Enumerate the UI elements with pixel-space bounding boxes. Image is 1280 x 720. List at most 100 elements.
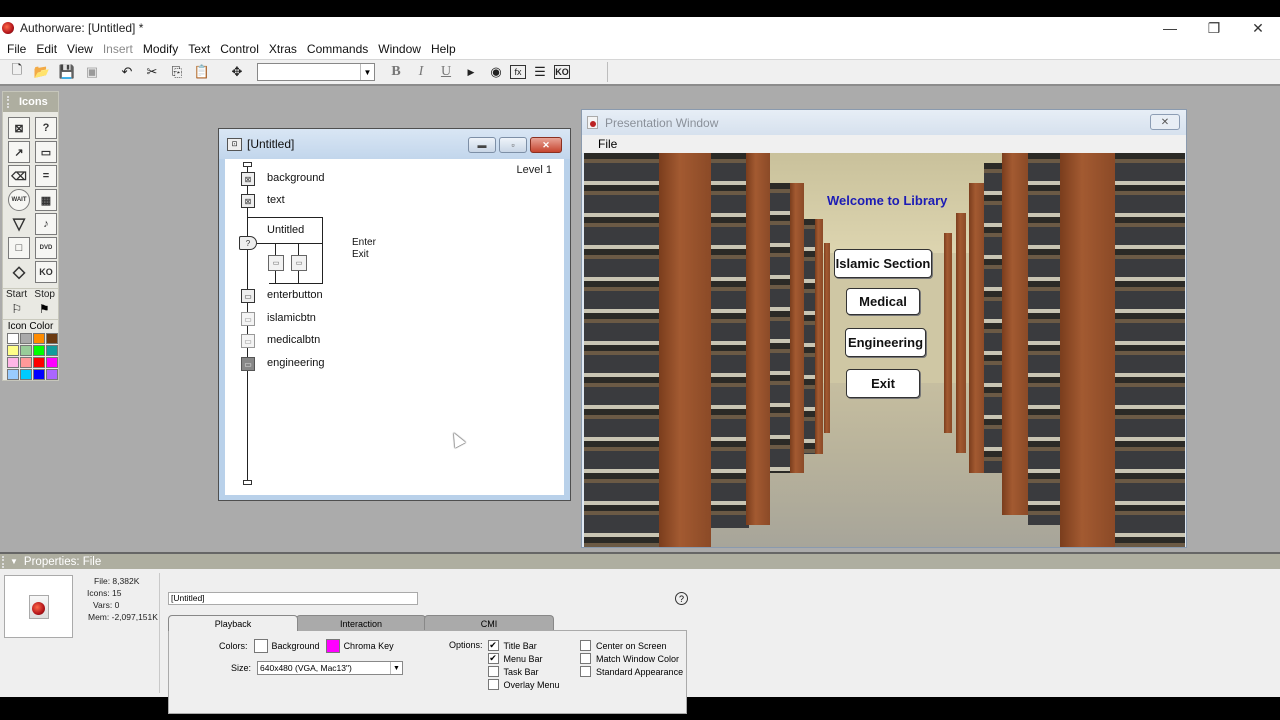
minimize-button[interactable]: — (1148, 17, 1192, 39)
icon-color-swatch[interactable] (33, 369, 45, 380)
menu-view[interactable]: View (62, 42, 98, 56)
help-icon[interactable]: ? (675, 592, 688, 605)
wait-icon[interactable]: WAIT (8, 189, 30, 211)
knowledge-object-icon[interactable]: KO (35, 261, 57, 283)
flow-item-text[interactable]: text (267, 194, 285, 206)
tab-cmi[interactable]: CMI (424, 615, 554, 631)
checkbox[interactable] (580, 640, 591, 651)
sound-icon[interactable]: ♪ (35, 213, 57, 235)
icon-color-swatch[interactable] (33, 345, 45, 356)
engineering-button[interactable]: Engineering (845, 328, 926, 357)
checkbox[interactable]: ✔ (487, 653, 499, 664)
flowline-canvas[interactable]: Level 1 ⊠ background ⊠ text Untitled ? ▭… (225, 159, 564, 495)
checkbox[interactable]: ✔ (487, 640, 499, 651)
control-panel-icon[interactable]: ◉ (485, 62, 507, 82)
font-select[interactable]: ▼ (257, 63, 375, 81)
icon-color-swatch[interactable] (20, 333, 32, 344)
find-icon[interactable]: ✥ (226, 62, 248, 82)
background-color-swatch[interactable] (253, 639, 268, 653)
button-response-icon[interactable]: ▭ (268, 255, 284, 271)
display-icon[interactable]: ⊠ (8, 117, 30, 139)
icon-color-swatch[interactable] (46, 369, 58, 380)
bold-button[interactable]: B (385, 62, 407, 82)
erase-icon[interactable]: ⌫ (8, 165, 30, 187)
variables-icon[interactable]: ☰ (529, 62, 551, 82)
interaction-decision-icon[interactable]: ? (239, 236, 257, 250)
option-overlay-menu[interactable]: Overlay Menu (487, 678, 560, 691)
menu-commands[interactable]: Commands (302, 42, 373, 56)
presentation-titlebar[interactable]: Presentation Window (582, 110, 1186, 135)
icon-color-swatch[interactable] (7, 333, 19, 344)
icon-color-swatch[interactable] (7, 357, 19, 368)
framework-icon[interactable]: □ (8, 237, 30, 259)
restore-button[interactable]: ❐ (1192, 17, 1236, 39)
menu-edit[interactable]: Edit (31, 42, 62, 56)
menu-insert[interactable]: Insert (98, 42, 138, 56)
option-menu-bar[interactable]: ✔ Menu Bar (487, 652, 560, 665)
calculation-icon[interactable]: ▭ (241, 334, 255, 348)
menu-control[interactable]: Control (215, 42, 264, 56)
checkbox[interactable] (580, 666, 591, 677)
save-all-icon[interactable]: 💾 (56, 62, 78, 82)
menu-window[interactable]: Window (373, 42, 426, 56)
drag-handle-icon[interactable] (7, 96, 11, 108)
video-icon[interactable]: DVD (35, 237, 57, 259)
calculation-icon[interactable]: ▭ (241, 357, 255, 371)
calculation-icon[interactable]: = (35, 165, 57, 187)
map-icon[interactable]: ◇ (8, 261, 30, 283)
calculation-icon[interactable]: ▭ (241, 289, 255, 303)
branch-label-enter[interactable]: Enter (352, 237, 376, 248)
medical-button[interactable]: Medical (846, 288, 920, 315)
presentation-stage[interactable]: Welcome to Library Islamic Section Medic… (584, 153, 1185, 547)
motion-icon[interactable]: ↗ (8, 141, 30, 163)
file-name-field[interactable]: [Untitled] (168, 592, 418, 605)
icon-color-swatch[interactable] (7, 369, 19, 380)
flow-item-engineering[interactable]: engineering (267, 357, 325, 369)
open-file-icon[interactable]: 📂 (31, 62, 53, 82)
option-standard-appearance[interactable]: Standard Appearance (580, 665, 683, 678)
flowline-maximize-button[interactable]: ▫ (499, 137, 527, 153)
flow-item-medicalbtn[interactable]: medicalbtn (267, 334, 320, 346)
islamic-section-button[interactable]: Islamic Section (834, 249, 932, 278)
close-button[interactable]: ✕ (1236, 17, 1280, 39)
checkbox[interactable] (580, 653, 591, 664)
calculation-icon[interactable]: ▭ (241, 312, 255, 326)
checkbox[interactable] (487, 679, 499, 690)
option-task-bar[interactable]: Task Bar (487, 665, 560, 678)
button-response-icon[interactable]: ▭ (291, 255, 307, 271)
icon-color-swatch[interactable] (20, 369, 32, 380)
tab-interaction[interactable]: Interaction (296, 615, 426, 631)
icon-color-swatch[interactable] (33, 333, 45, 344)
presentation-close-button[interactable]: ✕ (1150, 114, 1180, 130)
chevron-down-icon[interactable]: ▼ (390, 662, 402, 674)
menu-help[interactable]: Help (426, 42, 461, 56)
icon-color-swatch[interactable] (20, 345, 32, 356)
collapse-triangle-icon[interactable]: ▼ (10, 557, 18, 566)
icon-color-swatch[interactable] (33, 357, 45, 368)
restart-icon[interactable]: ▶ (460, 62, 482, 82)
icon-color-swatch[interactable] (20, 357, 32, 368)
option-center-on-screen[interactable]: Center on Screen (580, 639, 683, 652)
option-title-bar[interactable]: ✔ Title Bar (487, 639, 560, 652)
flowline-minimize-button[interactable]: ▬ (468, 137, 496, 153)
icons-palette-header[interactable]: Icons (3, 92, 58, 112)
paste-icon[interactable]: 📋 (191, 62, 213, 82)
properties-header[interactable]: ▼ Properties: File (0, 552, 1280, 569)
icon-color-swatch[interactable] (46, 357, 58, 368)
copy-icon[interactable]: ⎘ (166, 62, 188, 82)
interaction-icon[interactable]: ▭ (35, 141, 57, 163)
start-flag-icon[interactable]: ⚐ (11, 302, 22, 316)
flow-item-islamicbtn[interactable]: islamicbtn (267, 312, 316, 324)
digital-movie-icon[interactable]: ▦ (35, 189, 57, 211)
icon-color-swatch[interactable] (46, 345, 58, 356)
icon-color-swatch[interactable] (7, 345, 19, 356)
import-icon[interactable]: ▣ (81, 62, 103, 82)
functions-icon[interactable]: fx (510, 65, 526, 79)
flowline-close-button[interactable]: ✕ (530, 137, 562, 153)
tab-playback[interactable]: Playback (168, 615, 298, 631)
new-file-icon[interactable]: 🗋 (6, 62, 28, 82)
option-match-window-color[interactable]: Match Window Color (580, 652, 683, 665)
menu-xtras[interactable]: Xtras (264, 42, 302, 56)
knowledge-objects-icon[interactable]: KO (554, 65, 570, 79)
flow-item-background[interactable]: background (267, 172, 325, 184)
